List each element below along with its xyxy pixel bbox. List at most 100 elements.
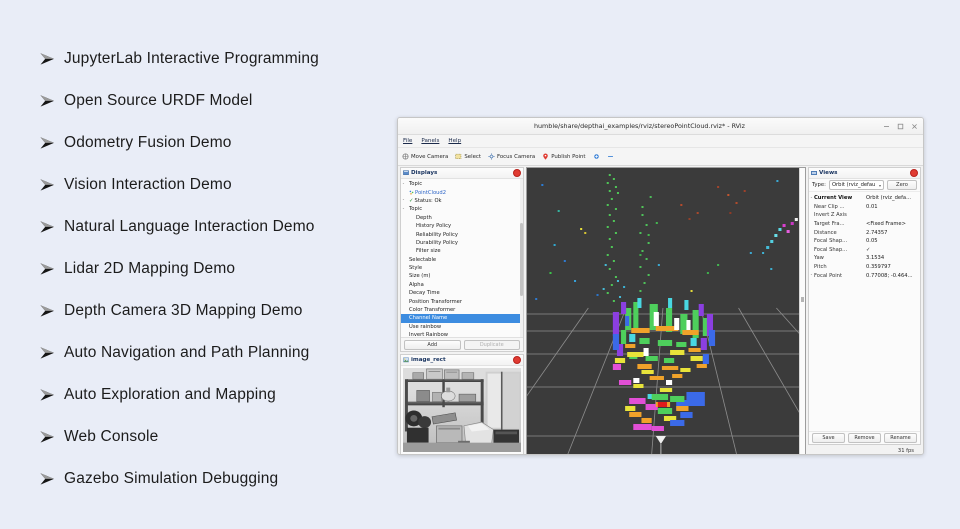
display-tree-label: Size (m) xyxy=(409,273,431,280)
view-property-row[interactable]: Distance 2.74357 xyxy=(809,228,920,237)
workshop-photo xyxy=(403,368,521,452)
toolbar-select-button[interactable]: Select xyxy=(455,153,481,160)
view-property-row[interactable]: - Focal Point 0.77008; -0.464... xyxy=(809,271,920,280)
display-tree-item[interactable]: Size (m) xyxy=(401,272,523,280)
add-tool-icon xyxy=(593,153,600,160)
image-panel: image_rect xyxy=(400,354,524,454)
panel-close-icon[interactable] xyxy=(910,169,918,177)
view-property-row[interactable]: Focal Shap... 0.05 xyxy=(809,237,920,246)
view-property-value: 0.77008; -0.464... xyxy=(866,272,913,279)
panel-close-icon[interactable] xyxy=(513,356,521,364)
toolbar-label: Move Camera xyxy=(411,153,449,160)
window-title: humble/share/depthai_examples/rviz/stere… xyxy=(533,122,746,130)
view-property-row[interactable]: Yaw 3.1534 xyxy=(809,254,920,263)
feature-item: Vision Interaction Demo xyxy=(30,164,400,206)
displays-tree-scrollbar[interactable] xyxy=(520,179,523,337)
feature-label: Lidar 2D Mapping Demo xyxy=(64,260,236,277)
rviz-toolbar: Move Camera Select Focus Camera Publish Poi… xyxy=(398,148,923,166)
add-button[interactable]: Add xyxy=(404,339,461,350)
views-panel-header: Views xyxy=(809,168,920,179)
publish-point-icon xyxy=(542,153,549,160)
arrow-bullet-icon xyxy=(30,136,64,150)
save-view-button[interactable]: Save xyxy=(812,433,845,443)
display-tree-item[interactable]: - Topic xyxy=(401,205,523,213)
menu-item-panels[interactable]: Panels xyxy=(421,138,439,144)
display-tree-item[interactable]: Color Transformer xyxy=(401,306,523,314)
rviz-3d-view[interactable] xyxy=(526,167,806,454)
view-property-row[interactable]: Target Fra... <Fixed Frame> xyxy=(809,220,920,229)
display-tree-item[interactable]: Channel Name xyxy=(401,314,523,323)
toolbar-focus-camera-button[interactable]: Focus Camera xyxy=(488,153,535,160)
display-tree-item[interactable]: Selectable xyxy=(401,256,523,264)
twisty-icon[interactable]: - xyxy=(401,182,406,187)
view-property-row[interactable]: Focal Shap... ✓ xyxy=(809,246,920,255)
feature-item: Depth Camera 3D Mapping Demo xyxy=(30,290,400,332)
display-tree-item[interactable]: Reliability Policy xyxy=(401,230,523,238)
rename-view-button[interactable]: Rename xyxy=(884,433,917,443)
displays-tree-scroll-thumb[interactable] xyxy=(520,223,523,296)
view3d-scrollbar[interactable] xyxy=(799,168,805,454)
views-panel-icon xyxy=(811,171,817,175)
view-property-name: Invert Z Axis xyxy=(814,212,847,219)
display-tree-item[interactable]: Filter size xyxy=(401,247,523,255)
display-tree-item[interactable]: Durability Policy xyxy=(401,239,523,247)
twisty-icon[interactable]: - xyxy=(401,198,406,203)
toolbar-label: Publish Point xyxy=(551,153,586,160)
feature-item: Lidar 2D Mapping Demo xyxy=(30,248,400,290)
pointcloud-icon xyxy=(409,190,414,195)
display-tree-item[interactable]: - ✓ Status: Ok xyxy=(401,197,523,205)
display-tree-item[interactable]: Position Transformer xyxy=(401,297,523,305)
display-tree-item[interactable]: Use rainbow xyxy=(401,323,523,331)
feature-label: Auto Navigation and Path Planning xyxy=(64,344,310,361)
view-property-name: Focal Shap... xyxy=(814,238,848,245)
arrow-bullet-icon xyxy=(30,178,64,192)
feature-label: Open Source URDF Model xyxy=(64,92,253,109)
view-property-value: 0.01 xyxy=(866,203,878,210)
display-tree-item[interactable]: Alpha xyxy=(401,281,523,289)
toolbar-publish-point-button[interactable]: Publish Point xyxy=(542,153,586,160)
maximize-icon[interactable] xyxy=(895,121,906,131)
close-icon[interactable] xyxy=(909,121,920,131)
menu-item-help[interactable]: Help xyxy=(448,138,461,144)
display-tree-label: Invert Rainbow xyxy=(409,332,449,337)
duplicate-button: Duplicate xyxy=(463,339,520,350)
minimize-icon[interactable] xyxy=(881,121,892,131)
views-properties[interactable]: - Current View Orbit (rviz_defa... Near Cli… xyxy=(809,192,920,431)
zero-button[interactable]: Zero xyxy=(887,179,917,191)
display-tree-item[interactable]: Decay Time xyxy=(401,289,523,297)
display-tree-item[interactable]: Depth xyxy=(401,214,523,222)
select-icon xyxy=(455,153,462,160)
remove-view-button[interactable]: Remove xyxy=(848,433,881,443)
views-type-select[interactable]: Orbit (rviz_defau ▾ xyxy=(828,179,884,191)
view-property-row[interactable]: Near Clip ... 0.01 xyxy=(809,203,920,212)
arrow-bullet-icon xyxy=(30,346,64,360)
displays-tree[interactable]: - Topic PointCloud2- ✓ Status: Ok - Topic Depth… xyxy=(401,179,523,337)
display-tree-item[interactable]: Style xyxy=(401,264,523,272)
view-property-name: Focal Shap... xyxy=(814,246,848,253)
view-property-row[interactable]: Pitch 0.359797 xyxy=(809,263,920,272)
toolbar-add-tool-button[interactable] xyxy=(593,153,600,160)
feature-list: JupyterLab Interactive Programming Open S… xyxy=(30,38,400,500)
feature-item: Auto Navigation and Path Planning xyxy=(30,332,400,374)
menu-item-file[interactable]: File xyxy=(403,138,412,144)
twisty-icon[interactable]: - xyxy=(401,207,406,212)
view3d-scroll-thumb[interactable] xyxy=(801,296,804,302)
display-tree-item[interactable]: Invert Rainbow xyxy=(401,331,523,337)
view-property-row[interactable]: - Current View Orbit (rviz_defa... xyxy=(809,194,920,203)
display-tree-item[interactable]: PointCloud2 xyxy=(401,188,523,196)
display-tree-label: Channel Name xyxy=(409,315,448,322)
feature-label: Gazebo Simulation Debugging xyxy=(64,470,279,487)
display-tree-item[interactable]: - Topic xyxy=(401,180,523,188)
view-property-row[interactable]: Invert Z Axis xyxy=(809,211,920,220)
toolbar-move-camera-button[interactable]: Move Camera xyxy=(402,153,448,160)
remove-tool-icon xyxy=(607,153,614,160)
feature-label: Odometry Fusion Demo xyxy=(64,134,232,151)
displays-panel-title: Displays xyxy=(411,170,438,176)
rviz-titlebar[interactable]: humble/share/depthai_examples/rviz/stere… xyxy=(398,118,923,135)
panel-close-icon[interactable] xyxy=(513,169,521,177)
status-ok-icon: ✓ xyxy=(409,197,414,204)
feature-label: JupyterLab Interactive Programming xyxy=(64,50,319,67)
toolbar-remove-tool-button[interactable] xyxy=(607,153,614,160)
display-tree-item[interactable]: History Policy xyxy=(401,222,523,230)
view-property-value: Orbit (rviz_defa... xyxy=(866,195,912,202)
